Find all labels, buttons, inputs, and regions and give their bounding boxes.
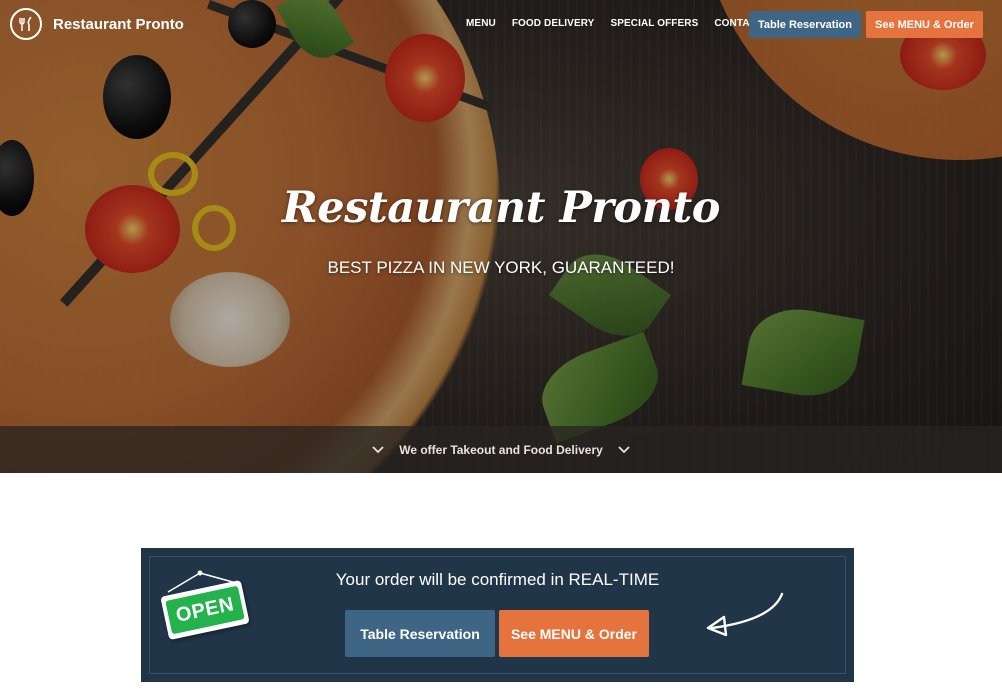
cta-message-text: Your order will be confirmed in REAL-TIM… [335,570,660,589]
cta-see-menu-order-button[interactable]: See MENU & Order [499,610,649,657]
nav-item-menu[interactable]: MENU [466,18,496,29]
see-menu-order-button[interactable]: See MENU & Order [866,11,983,38]
cta-table-reservation-button[interactable]: Table Reservation [345,610,495,657]
chevron-down-icon [617,443,631,457]
brand-name: Restaurant Pronto [53,15,184,33]
hero-section: Restaurant Pronto BEST PIZZA IN NEW YORK… [0,0,1002,473]
chevron-down-icon [371,443,385,457]
hero-overlay [0,0,1002,473]
hero-subtitle: BEST PIZZA IN NEW YORK, GUARANTEED! [327,258,675,277]
table-reservation-button[interactable]: Table Reservation [749,11,861,38]
brand-link[interactable]: Restaurant Pronto [10,8,184,40]
arrow-icon [706,592,784,637]
nav-item-food-delivery[interactable]: FOOD DELIVERY [512,18,595,29]
restaurant-logo-icon [10,8,42,40]
top-navbar: Restaurant Pronto MENU FOOD DELIVERY SPE… [0,0,1002,48]
main-menu: MENU FOOD DELIVERY SPECIAL OFFERS CONTAC… [466,18,796,29]
hero-bar-text: We offer Takeout and Food Delivery [399,442,603,457]
hero-scroll-bar[interactable]: We offer Takeout and Food Delivery [0,426,1002,473]
hero-title: Restaurant Pronto [282,183,720,233]
open-sign: OPEN [160,570,252,641]
nav-item-special-offers[interactable]: SPECIAL OFFERS [610,18,698,29]
open-label: OPEN [165,585,245,635]
